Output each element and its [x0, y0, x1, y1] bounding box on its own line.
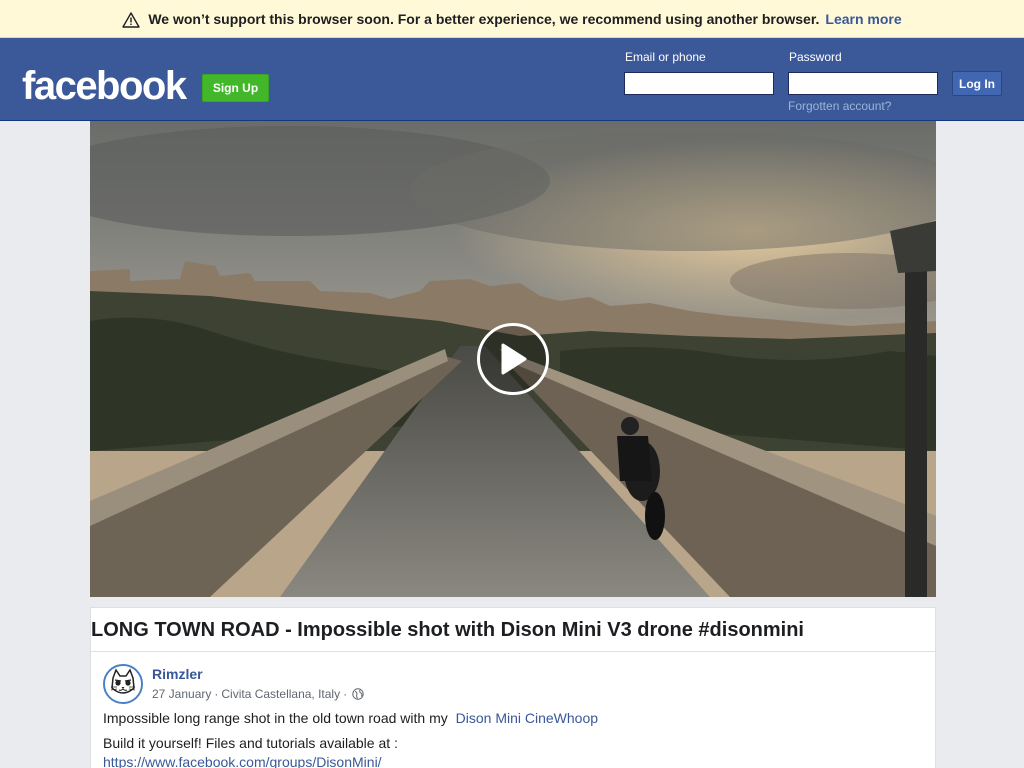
post-location[interactable]: Civita Castellana, Italy: [221, 687, 340, 701]
globe-icon: [352, 688, 364, 700]
meta-separator: ·: [214, 687, 219, 701]
top-header: facebook Sign Up Email or phone Password…: [0, 38, 1024, 121]
avatar[interactable]: [103, 664, 143, 704]
email-label: Email or phone: [625, 50, 706, 64]
learn-more-link[interactable]: Learn more: [825, 11, 901, 27]
cat-avatar-icon: [105, 666, 141, 702]
warning-icon: [122, 11, 141, 28]
banner-message: We won’t support this browser soon. For …: [148, 10, 820, 27]
video-title-bar: LONG TOWN ROAD - Impossible shot with Di…: [90, 607, 936, 652]
post-text-line: Build it yourself! Files and tutorials a…: [103, 735, 398, 751]
post-text-line: Impossible long range shot in the old to…: [103, 710, 598, 726]
sign-up-button[interactable]: Sign Up: [202, 74, 269, 102]
author-name[interactable]: Rimzler: [152, 666, 203, 682]
email-field[interactable]: [624, 72, 774, 95]
post-card: Rimzler 27 January · Civita Castellana, …: [90, 651, 936, 768]
post-text: Build it yourself! Files and tutorials a…: [103, 735, 398, 751]
play-button[interactable]: [477, 323, 549, 395]
password-label: Password: [789, 50, 842, 64]
facebook-logo[interactable]: facebook: [22, 62, 187, 110]
post-text: Impossible long range shot in the old to…: [103, 710, 448, 726]
dison-mini-link[interactable]: Dison Mini CineWhoop: [456, 710, 598, 726]
post-text-line: https://www.facebook.com/groups/DisonMin…: [103, 754, 382, 768]
forgotten-account-link[interactable]: Forgotten account?: [788, 99, 891, 113]
video-player[interactable]: [90, 121, 936, 597]
log-in-button[interactable]: Log In: [952, 71, 1002, 96]
group-url-link[interactable]: https://www.facebook.com/groups/DisonMin…: [103, 754, 382, 768]
video-title: LONG TOWN ROAD - Impossible shot with Di…: [91, 619, 804, 641]
meta-separator: ·: [343, 687, 348, 701]
password-field[interactable]: [788, 72, 938, 95]
play-icon: [501, 343, 527, 375]
browser-warning-banner: We won’t support this browser soon. For …: [0, 0, 1024, 38]
post-meta: 27 January · Civita Castellana, Italy ·: [152, 687, 364, 701]
post-date[interactable]: 27 January: [152, 687, 211, 701]
